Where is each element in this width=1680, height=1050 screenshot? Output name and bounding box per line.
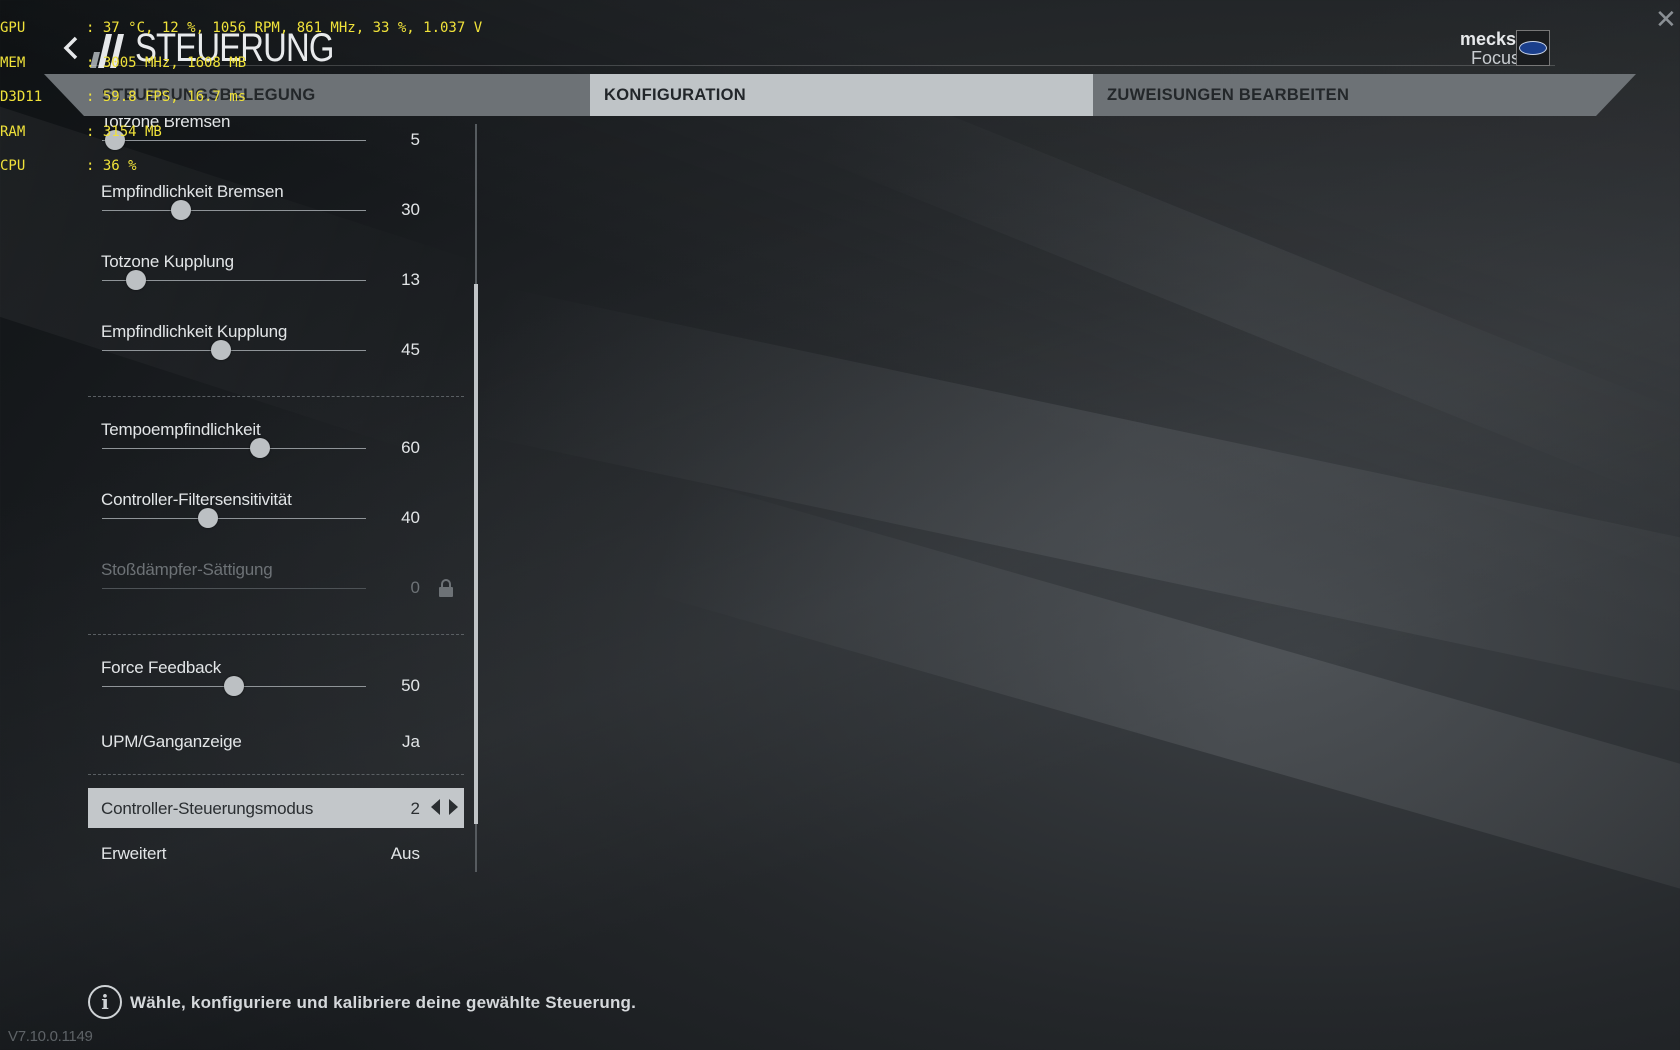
slider-tempoempfindlichkeit[interactable] [102,438,366,458]
section-divider [88,774,464,775]
setting-label: Empfindlichkeit Bremsen [101,182,284,201]
slider-totzone-kupplung[interactable] [102,270,366,290]
chevron-left-icon[interactable] [431,799,440,815]
slider-thumb[interactable] [250,438,271,458]
slider-thumb[interactable] [126,270,147,290]
setting-label: Tempoempfindlichkeit [101,420,261,439]
setting-value: Aus [390,844,420,863]
slider-empfindlichkeit-bremsen[interactable] [102,200,366,220]
section-divider [88,634,464,635]
setting-value: 2 [410,799,420,818]
setting-value: 40 [401,508,420,527]
version-label: V7.10.0.1149 [8,1028,93,1045]
osd-d3d11: D3D11: 59.8 FPS, 16.7 ms [0,89,247,105]
chevron-right-icon[interactable] [449,799,458,815]
hint-text: Wähle, konfiguriere und kalibriere deine… [130,993,637,1012]
setting-controller-steuerungsmodus[interactable]: Controller-Steuerungsmodus 2 [88,788,464,828]
setting-label: Erweitert [101,844,167,863]
slider-thumb[interactable] [224,676,244,696]
slider-thumb[interactable] [210,340,231,360]
slider-stossdaempfer-disabled [102,588,366,589]
brand-oval [1519,41,1547,55]
slider-empfindlichkeit-kupplung[interactable] [102,340,366,360]
osd-ram: RAM: 3154 MB [0,123,162,140]
osd-gpu: GPU: 37 °C, 12 %, 1056 RPM, 861 MHz, 33 … [0,20,483,36]
setting-label: Totzone Kupplung [101,252,234,271]
settings-list: Totzone Bremsen 5 Empfindlichkeit Bremse… [88,118,464,874]
info-icon: i [88,985,122,1019]
setting-value: 45 [401,340,420,359]
section-divider [88,396,464,397]
setting-value: 0 [410,578,420,597]
close-icon[interactable]: ✕ [1655,4,1677,35]
setting-label: Empfindlichkeit Kupplung [101,322,288,341]
slider-thumb[interactable] [197,508,218,528]
setting-value: 50 [401,676,420,695]
scrollbar-thumb[interactable] [474,284,478,824]
setting-label: Controller-Filtersensitivität [101,490,292,509]
slider-thumb[interactable] [171,200,192,220]
osd-cpu: CPU: 36 % [0,158,137,174]
setting-upm-ganganzeige[interactable]: UPM/Ganganzeige Ja [88,732,464,762]
setting-value: 60 [401,438,420,457]
slider-filtersensitivitaet[interactable] [102,508,366,528]
lock-icon [439,579,453,597]
setting-erweitert[interactable]: Erweitert Aus [88,844,464,872]
tab-konfiguration[interactable]: KONFIGURATION [590,74,1093,116]
performance-overlay: GPU: 37 °C, 12 %, 1056 RPM, 861 MHz, 33 … [0,0,482,184]
setting-value: 30 [401,200,420,219]
tab-zuweisungen-bearbeiten[interactable]: ZUWEISUNGEN BEARBEITEN [1093,74,1636,116]
setting-value: 13 [401,270,420,289]
osd-mem: MEM: 3005 MHz, 1608 MB [0,54,247,71]
setting-label: Stoßdämpfer-Sättigung [101,560,273,579]
setting-label: Controller-Steuerungsmodus [101,799,314,818]
setting-label: UPM/Ganganzeige [101,732,242,751]
setting-value: Ja [402,732,420,751]
ford-logo-icon [1516,30,1550,66]
slider-force-feedback[interactable] [102,676,366,696]
scrollbar[interactable] [474,124,478,872]
setting-label: Force Feedback [101,658,222,677]
